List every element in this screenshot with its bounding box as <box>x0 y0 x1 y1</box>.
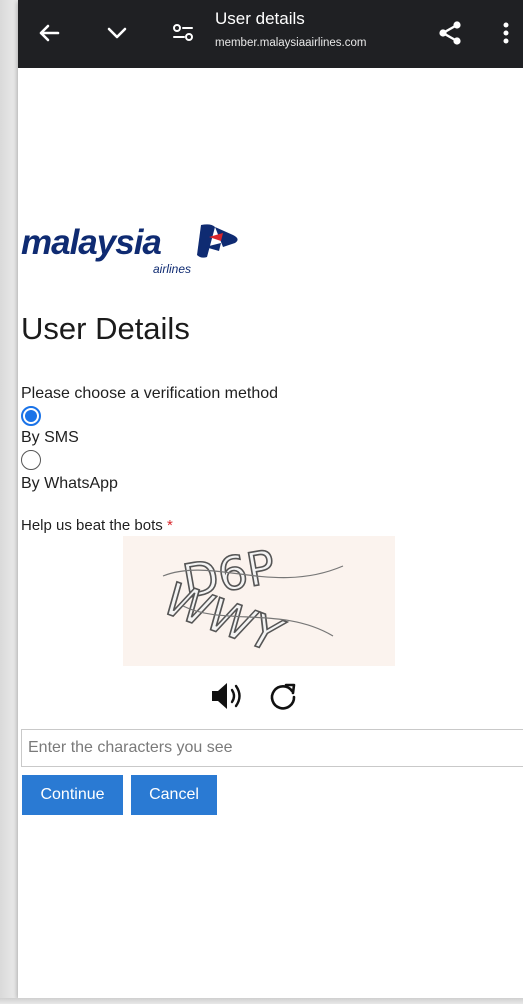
chevron-down-icon[interactable] <box>102 18 132 48</box>
browser-toolbar: User details member.malaysiaairlines.com <box>18 0 523 68</box>
page-title-tab[interactable]: User details <box>215 9 305 29</box>
more-vertical-icon[interactable] <box>491 18 521 48</box>
tune-icon[interactable] <box>168 18 198 48</box>
captcha-label-text: Help us beat the bots <box>21 517 163 534</box>
captcha-characters-graphic: D6P WWY <box>152 539 344 662</box>
arrow-left-icon[interactable] <box>34 18 64 48</box>
radio-sms[interactable] <box>21 406 41 426</box>
page-title: User Details <box>21 311 190 346</box>
cancel-button[interactable]: Cancel <box>131 775 217 815</box>
share-icon[interactable] <box>435 18 465 48</box>
option-label-whatsapp[interactable]: By WhatsApp <box>21 475 118 493</box>
browser-window: User details member.malaysiaairlines.com… <box>18 0 523 998</box>
page-shadow <box>0 998 523 1004</box>
wau-bird-icon <box>197 224 238 258</box>
refresh-icon[interactable] <box>266 679 300 718</box>
speaker-icon[interactable] <box>208 680 248 717</box>
brand-name: malaysia <box>21 223 162 262</box>
verification-prompt: Please choose a verification method <box>21 385 279 402</box>
radio-whatsapp[interactable] <box>21 450 41 470</box>
required-mark: * <box>166 517 173 534</box>
captcha-image: D6P WWY <box>123 536 395 666</box>
captcha-label: Help us beat the bots * <box>21 517 173 534</box>
brand-sub: airlines <box>153 262 192 276</box>
captcha-input[interactable] <box>21 729 523 767</box>
url-display[interactable]: member.malaysiaairlines.com <box>215 37 366 49</box>
continue-button[interactable]: Continue <box>22 775 123 815</box>
brand-logo: malaysia airlines <box>21 221 251 283</box>
page-gutter <box>0 0 18 1004</box>
option-label-sms[interactable]: By SMS <box>21 429 79 447</box>
